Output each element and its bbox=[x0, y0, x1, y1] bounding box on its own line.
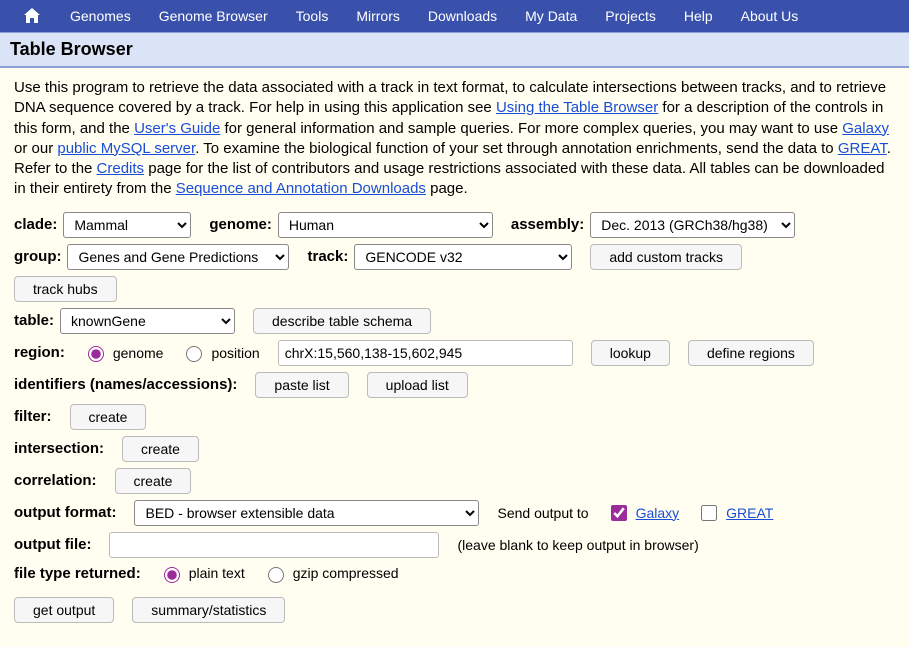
clade-label: clade: bbox=[14, 216, 57, 233]
group-select[interactable]: Genes and Gene Predictions bbox=[67, 244, 289, 270]
file-type-plain-radio[interactable] bbox=[164, 567, 180, 583]
assembly-select[interactable]: Dec. 2013 (GRCh38/hg38) bbox=[590, 212, 795, 238]
region-genome-text: genome bbox=[113, 345, 164, 361]
intersection-create-button[interactable]: create bbox=[122, 436, 199, 462]
link-users-guide[interactable]: User's Guide bbox=[134, 120, 220, 137]
content-area: Use this program to retrieve the data as… bbox=[0, 68, 909, 647]
send-great-link[interactable]: GREAT bbox=[726, 505, 773, 521]
file-type-gzip-option[interactable]: gzip compressed bbox=[263, 564, 399, 583]
send-galaxy-link[interactable]: Galaxy bbox=[636, 505, 680, 521]
correlation-label: correlation: bbox=[14, 472, 97, 489]
send-great-option[interactable]: GREAT bbox=[697, 502, 773, 524]
nav-about-us[interactable]: About Us bbox=[727, 0, 813, 32]
nav-downloads[interactable]: Downloads bbox=[414, 0, 511, 32]
summary-button[interactable]: summary/statistics bbox=[132, 597, 285, 623]
paste-list-button[interactable]: paste list bbox=[255, 372, 348, 398]
position-input[interactable] bbox=[278, 340, 573, 366]
output-file-note: (leave blank to keep output in browser) bbox=[457, 537, 698, 553]
assembly-label: assembly: bbox=[511, 216, 584, 233]
link-credits[interactable]: Credits bbox=[97, 160, 145, 177]
send-galaxy-checkbox[interactable] bbox=[611, 505, 627, 521]
get-output-button[interactable]: get output bbox=[14, 597, 114, 623]
nav-projects[interactable]: Projects bbox=[591, 0, 670, 32]
filter-label: filter: bbox=[14, 408, 52, 425]
group-label: group: bbox=[14, 248, 61, 265]
file-type-plain-option[interactable]: plain text bbox=[159, 564, 245, 583]
output-format-label: output format: bbox=[14, 504, 116, 521]
upload-list-button[interactable]: upload list bbox=[367, 372, 468, 398]
nav-tools[interactable]: Tools bbox=[282, 0, 343, 32]
nav-my-data[interactable]: My Data bbox=[511, 0, 591, 32]
table-select[interactable]: knownGene bbox=[60, 308, 235, 334]
region-position-option[interactable]: position bbox=[181, 343, 259, 362]
file-type-gzip-radio[interactable] bbox=[268, 567, 284, 583]
link-mysql[interactable]: public MySQL server bbox=[57, 140, 195, 157]
file-type-plain-text: plain text bbox=[189, 565, 245, 581]
nav-genome-browser[interactable]: Genome Browser bbox=[145, 0, 282, 32]
intersection-label: intersection: bbox=[14, 440, 104, 457]
track-select[interactable]: GENCODE v32 bbox=[354, 244, 572, 270]
genome-label: genome: bbox=[209, 216, 272, 233]
send-great-checkbox[interactable] bbox=[701, 505, 717, 521]
filter-create-button[interactable]: create bbox=[70, 404, 147, 430]
clade-select[interactable]: Mammal bbox=[63, 212, 191, 238]
genome-select[interactable]: Human bbox=[278, 212, 493, 238]
table-label: table: bbox=[14, 312, 54, 329]
nav-genomes[interactable]: Genomes bbox=[56, 0, 145, 32]
link-great[interactable]: GREAT bbox=[838, 140, 887, 157]
output-file-label: output file: bbox=[14, 536, 91, 553]
output-file-input[interactable] bbox=[109, 532, 439, 558]
track-hubs-button[interactable]: track hubs bbox=[14, 276, 117, 302]
nav-mirrors[interactable]: Mirrors bbox=[342, 0, 414, 32]
intro-text: Use this program to retrieve the data as… bbox=[14, 78, 895, 200]
describe-schema-button[interactable]: describe table schema bbox=[253, 308, 431, 334]
region-genome-option[interactable]: genome bbox=[83, 343, 164, 362]
define-regions-button[interactable]: define regions bbox=[688, 340, 814, 366]
send-output-label: Send output to bbox=[497, 505, 588, 521]
link-seq-downloads[interactable]: Sequence and Annotation Downloads bbox=[176, 180, 426, 197]
lookup-button[interactable]: lookup bbox=[591, 340, 670, 366]
track-label: track: bbox=[307, 248, 348, 265]
identifiers-label: identifiers (names/accessions): bbox=[14, 376, 237, 393]
add-custom-tracks-button[interactable]: add custom tracks bbox=[590, 244, 742, 270]
output-format-select[interactable]: BED - browser extensible data bbox=[134, 500, 479, 526]
region-position-radio[interactable] bbox=[186, 346, 202, 362]
top-nav: Genomes Genome Browser Tools Mirrors Dow… bbox=[0, 0, 909, 32]
page-title: Table Browser bbox=[0, 32, 909, 68]
correlation-create-button[interactable]: create bbox=[115, 468, 192, 494]
send-galaxy-option[interactable]: Galaxy bbox=[607, 502, 680, 524]
region-position-text: position bbox=[211, 345, 259, 361]
nav-help[interactable]: Help bbox=[670, 0, 727, 32]
file-type-gzip-text: gzip compressed bbox=[293, 565, 399, 581]
region-label: region: bbox=[14, 344, 65, 361]
link-using-table-browser[interactable]: Using the Table Browser bbox=[496, 99, 658, 116]
file-type-label: file type returned: bbox=[14, 565, 141, 582]
link-galaxy[interactable]: Galaxy bbox=[842, 120, 889, 137]
home-icon[interactable] bbox=[8, 7, 56, 25]
region-genome-radio[interactable] bbox=[88, 346, 104, 362]
